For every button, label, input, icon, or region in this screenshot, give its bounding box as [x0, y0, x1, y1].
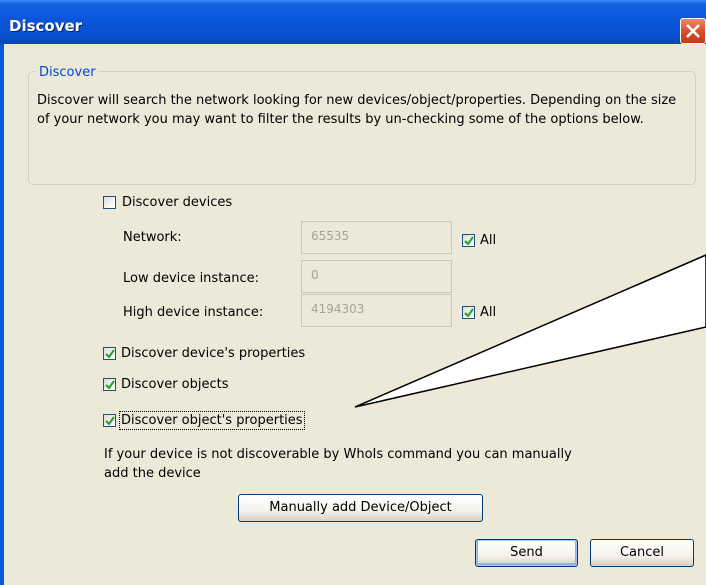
callout-pointer	[354, 254, 706, 408]
discover-dialog: Discover Discover Discover will search t…	[0, 0, 706, 585]
